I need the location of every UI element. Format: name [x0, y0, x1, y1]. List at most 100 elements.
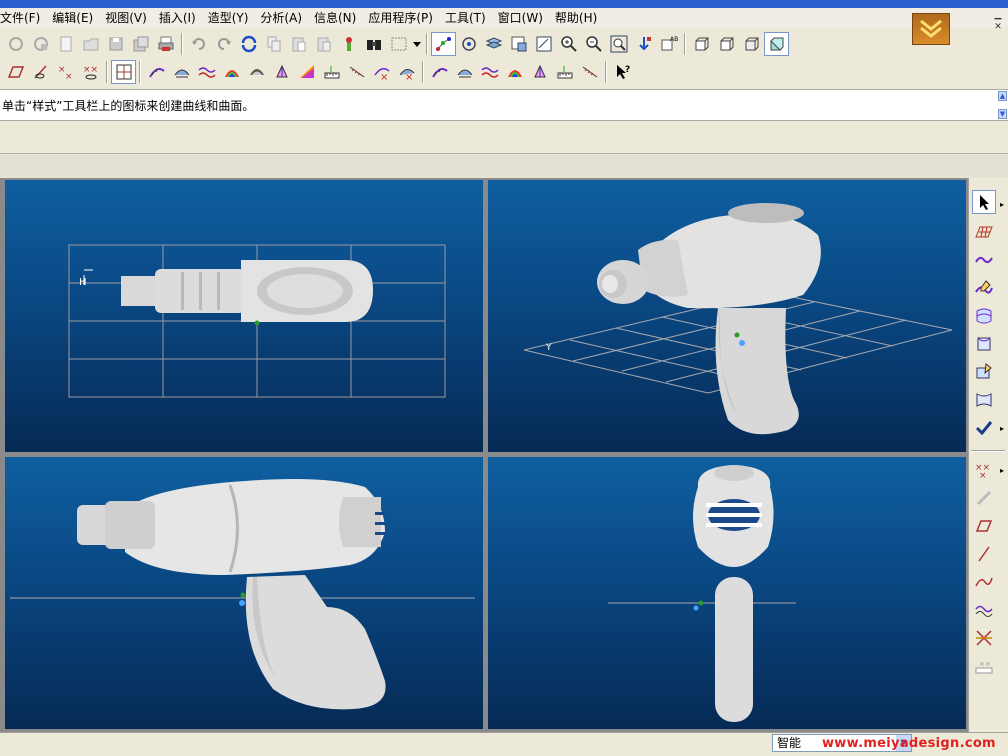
- color-map-2-icon[interactable]: [502, 60, 527, 84]
- snap-point-icon[interactable]: [431, 32, 456, 56]
- more-arrow-icon[interactable]: ▸: [1000, 424, 1006, 433]
- plane-icon[interactable]: [3, 60, 28, 84]
- rectangle-icon[interactable]: [972, 514, 996, 538]
- deviation-icon[interactable]: ×: [369, 60, 394, 84]
- menu-help[interactable]: 帮助(H): [549, 8, 603, 28]
- menu-edit[interactable]: 编辑(E): [46, 8, 99, 28]
- wave-spline-icon[interactable]: [972, 598, 996, 622]
- folder-icon[interactable]: [78, 32, 103, 56]
- ruler-grid-icon[interactable]: ××: [972, 654, 996, 678]
- box-view-1-icon[interactable]: [689, 32, 714, 56]
- zoom-out-icon[interactable]: [581, 32, 606, 56]
- menu-info[interactable]: 信息(N): [308, 8, 362, 28]
- menu-window[interactable]: 窗口(W): [492, 8, 549, 28]
- scroll-up-icon[interactable]: ▲: [998, 91, 1007, 101]
- point-cross-icon[interactable]: × ×: [53, 60, 78, 84]
- link-icon[interactable]: [972, 486, 996, 510]
- new-icon[interactable]: [3, 32, 28, 56]
- curve-eye-icon[interactable]: [28, 60, 53, 84]
- graphics-window[interactable]: H Y: [0, 178, 968, 732]
- draft-icon[interactable]: [269, 60, 294, 84]
- scroll-down-icon[interactable]: ▼: [998, 109, 1007, 119]
- surface-shade-icon[interactable]: [244, 60, 269, 84]
- print-icon[interactable]: [153, 32, 178, 56]
- binoculars-icon[interactable]: [361, 32, 386, 56]
- zoom-in-icon[interactable]: [556, 32, 581, 56]
- surface-analysis-2-icon[interactable]: [452, 60, 477, 84]
- wave-2-icon[interactable]: [477, 60, 502, 84]
- paste-icon[interactable]: [286, 32, 311, 56]
- undo-icon[interactable]: [186, 32, 211, 56]
- menu-file[interactable]: 文件(F): [0, 8, 46, 28]
- front-view-model: [608, 465, 796, 722]
- more-arrow-icon[interactable]: ▸: [1000, 200, 1006, 209]
- blank-icon[interactable]: [53, 32, 78, 56]
- viewport-side[interactable]: [5, 457, 483, 729]
- copy-icon[interactable]: [261, 32, 286, 56]
- menu-shape[interactable]: 造型(Y): [202, 8, 255, 28]
- selection-box-icon[interactable]: [386, 32, 411, 56]
- menu-tools[interactable]: 工具(T): [439, 8, 492, 28]
- message-scrollbar[interactable]: ▲ ▼: [998, 91, 1007, 119]
- menu-applications[interactable]: 应用程序(P): [362, 8, 439, 28]
- deviation-x-icon[interactable]: ×: [394, 60, 419, 84]
- select-arrow-icon[interactable]: [972, 190, 996, 214]
- draft-2-icon[interactable]: [527, 60, 552, 84]
- blend-surface-icon[interactable]: [972, 388, 996, 412]
- surface-analysis-icon[interactable]: [169, 60, 194, 84]
- highlight-icon[interactable]: [294, 60, 319, 84]
- paste-special-icon[interactable]: [311, 32, 336, 56]
- ruler-icon[interactable]: [319, 60, 344, 84]
- spline-icon[interactable]: [972, 570, 996, 594]
- save-icon[interactable]: [103, 32, 128, 56]
- menu-insert[interactable]: 插入(I): [153, 8, 202, 28]
- minimize-icon[interactable]: ▁: [992, 10, 1004, 20]
- viewport-top[interactable]: H: [5, 180, 483, 452]
- surface-icon[interactable]: [972, 304, 996, 328]
- layers-icon[interactable]: [481, 32, 506, 56]
- edit-curve-icon[interactable]: [972, 276, 996, 300]
- orient-view-icon[interactable]: AB: [656, 32, 681, 56]
- plane-grid-icon[interactable]: [972, 220, 996, 244]
- top-view-model: H: [68, 244, 446, 398]
- box-view-2-icon[interactable]: [714, 32, 739, 56]
- wave-icon[interactable]: [194, 60, 219, 84]
- dropdown-icon[interactable]: [411, 32, 423, 56]
- menu-analysis[interactable]: 分析(A): [254, 8, 308, 28]
- more-arrow-icon[interactable]: ▸: [1000, 466, 1006, 475]
- boundary-surface-icon[interactable]: [972, 332, 996, 356]
- ruler-2-icon[interactable]: [552, 60, 577, 84]
- help-pointer-icon[interactable]: ?: [610, 60, 635, 84]
- fit-view-icon[interactable]: [506, 32, 531, 56]
- shaded-box-icon[interactable]: [764, 32, 789, 56]
- zoom-window-icon[interactable]: [531, 32, 556, 56]
- save-as-icon[interactable]: [128, 32, 153, 56]
- curve-analysis-icon[interactable]: [144, 60, 169, 84]
- point-eye-icon[interactable]: ××: [78, 60, 103, 84]
- points-icon[interactable]: ×× ×: [972, 458, 996, 482]
- zoom-fit-icon[interactable]: [606, 32, 631, 56]
- svg-text:×: ×: [65, 72, 73, 81]
- viewport-front[interactable]: [488, 457, 966, 729]
- curve-icon[interactable]: [972, 248, 996, 272]
- curve-analysis-2-icon[interactable]: [427, 60, 452, 84]
- menu-view[interactable]: 视图(V): [99, 8, 153, 28]
- pan-icon[interactable]: [631, 32, 656, 56]
- open-icon[interactable]: [28, 32, 53, 56]
- line-icon[interactable]: [972, 542, 996, 566]
- viewport-isometric[interactable]: Y: [488, 180, 966, 452]
- redo-icon[interactable]: [211, 32, 236, 56]
- section-2-icon[interactable]: [577, 60, 602, 84]
- edit-surface-icon[interactable]: [972, 360, 996, 384]
- color-map-icon[interactable]: [219, 60, 244, 84]
- toolbar-separator: [426, 33, 428, 55]
- refresh-icon[interactable]: [236, 32, 261, 56]
- box-view-3-icon[interactable]: [739, 32, 764, 56]
- svg-text:××: ××: [979, 660, 991, 668]
- rotate-view-icon[interactable]: [456, 32, 481, 56]
- sketch-icon[interactable]: [336, 32, 361, 56]
- intersect-icon[interactable]: [972, 626, 996, 650]
- checkmark-icon[interactable]: [972, 416, 996, 440]
- grid-view-icon[interactable]: [111, 60, 136, 84]
- section-cut-icon[interactable]: [344, 60, 369, 84]
